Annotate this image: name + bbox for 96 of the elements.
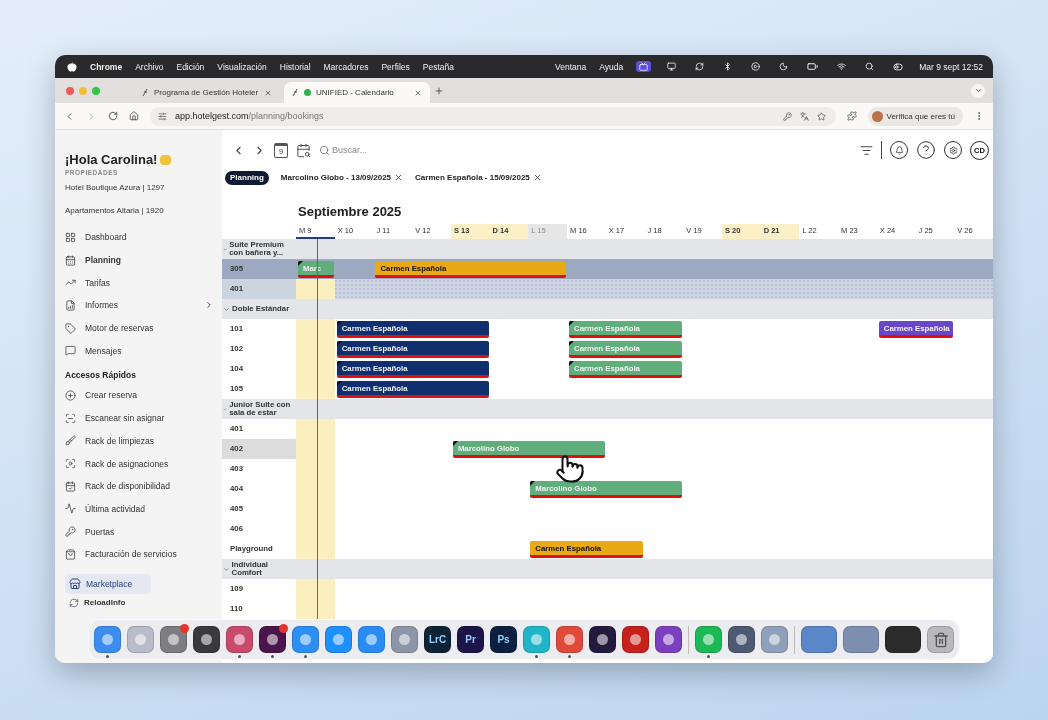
property-item[interactable]: Apartamentos Altaria | 1920 (65, 199, 214, 222)
monitor-icon[interactable] (636, 61, 652, 72)
quick-link[interactable]: Última actividad (65, 497, 214, 521)
profile-avatar (871, 110, 883, 122)
nav-item[interactable]: Dashboard (65, 226, 214, 249)
marketplace-link[interactable]: Marketplace (65, 573, 151, 594)
reload-icon[interactable] (108, 111, 118, 121)
calendar-icon (65, 254, 76, 266)
site-settings-icon[interactable] (158, 111, 167, 121)
quick-link[interactable]: Crear reserva (65, 384, 214, 407)
menu-item[interactable]: Ayuda (599, 61, 624, 72)
extensions-icon[interactable] (846, 111, 857, 121)
window-thumbnail[interactable] (801, 626, 837, 653)
favicon-icon (142, 88, 149, 97)
reload-link[interactable]: ReloadInfo (65, 597, 214, 608)
brush-icon (65, 435, 76, 447)
chat-icon (65, 345, 76, 357)
month-title: Septiembre 2025 (298, 204, 403, 221)
home-icon[interactable] (129, 111, 139, 121)
menu-item[interactable]: Archivo (135, 61, 164, 72)
page-tab[interactable]: Planning (225, 170, 269, 185)
profile-button[interactable]: Verifica que eres tú (867, 106, 963, 126)
report-icon (65, 299, 76, 311)
window-thumbnail[interactable] (885, 626, 921, 653)
new-tab-icon[interactable] (434, 85, 444, 96)
browser-tab[interactable]: Programa de Gestión Hoteler (134, 82, 280, 103)
pulse-icon (65, 503, 76, 515)
waving-hand-icon (160, 154, 172, 165)
app-icon[interactable]: Ps (490, 626, 517, 653)
greeting: ¡Hola Carolina! (65, 152, 158, 167)
help-icon[interactable] (916, 140, 936, 160)
favicon-icon (292, 88, 299, 97)
nav-item[interactable]: Mensajes (65, 339, 214, 363)
nav-item[interactable]: Motor de reservas (65, 316, 214, 340)
translate-icon[interactable] (799, 111, 809, 121)
address-bar[interactable]: app.hotelgest.com/planning/bookings (150, 106, 836, 126)
page-tab[interactable]: Marcolino Globo - 13/09/2025 (280, 170, 404, 185)
close-icon[interactable] (264, 88, 272, 97)
trash-icon[interactable] (927, 626, 954, 653)
nav-item[interactable]: Tarifas (65, 271, 214, 295)
url-host: app.hotelgest.com (175, 111, 249, 121)
app-icon[interactable]: LrC (424, 626, 451, 653)
window-thumbnail[interactable] (843, 626, 879, 653)
profile-label: Verifica que eres tú (886, 111, 955, 121)
close-icon[interactable] (414, 88, 422, 97)
focus-icon (65, 458, 76, 470)
plus-circle-icon (65, 389, 76, 401)
quick-link[interactable]: Rack de asignaciones (65, 452, 214, 475)
scan-icon (65, 412, 76, 424)
property-item[interactable]: Hotel Boutique Azura | 1297 (65, 176, 214, 199)
refresh-icon (69, 597, 79, 608)
url-path: /planning/bookings (248, 111, 324, 121)
app-icon[interactable]: Pr (457, 626, 484, 653)
menu-item[interactable]: Chrome (90, 61, 123, 72)
key-icon[interactable] (782, 111, 792, 121)
menu-item[interactable]: Visualización (217, 61, 267, 72)
app-icon[interactable] (728, 626, 755, 653)
nav-item[interactable]: Informes (65, 294, 214, 317)
browser-tab[interactable]: UNIFIED - Calendario (284, 82, 430, 103)
quick-link[interactable]: Puertas (65, 520, 214, 543)
close-icon[interactable] (394, 173, 404, 182)
store-icon (69, 577, 81, 590)
app-icon[interactable] (589, 626, 616, 653)
quick-link[interactable]: Rack de disponibilidad (65, 474, 214, 498)
quick-link[interactable]: Rack de limpiezas (65, 429, 214, 453)
grid-icon (65, 231, 76, 243)
nav-item[interactable]: Planning (65, 248, 214, 272)
apple-icon[interactable] (67, 61, 77, 72)
app-icon[interactable] (622, 626, 649, 653)
quick-link[interactable]: Facturación de servicios (65, 542, 214, 566)
menu-item[interactable]: Perfiles (381, 61, 410, 72)
menu-item[interactable]: Ventana (555, 61, 587, 72)
key-icon (65, 526, 76, 538)
close-window-icon[interactable] (66, 86, 74, 95)
menu-item[interactable]: Pestaña (422, 61, 454, 72)
tab-list-icon[interactable] (971, 83, 985, 98)
bag-icon (65, 548, 76, 560)
search-field[interactable]: Buscar... (332, 145, 402, 155)
quick-link[interactable]: Escanear sin asignar (65, 406, 214, 430)
close-icon[interactable] (532, 173, 542, 182)
menu-item[interactable]: Historial (279, 61, 311, 72)
page-tab[interactable]: Carmen Española - 15/09/2025 (415, 170, 542, 185)
clock: Mar 9 sept 12:52 (919, 61, 983, 72)
calendar-search-icon[interactable] (296, 142, 311, 158)
app-icon[interactable] (193, 626, 220, 653)
star-icon[interactable] (816, 111, 826, 121)
app-icon[interactable] (655, 626, 682, 653)
menu-item[interactable]: Edición (176, 61, 205, 72)
status-dot (304, 89, 311, 96)
filter-icon[interactable] (860, 143, 873, 157)
tag-icon (65, 322, 76, 334)
section-title: Accesos Rápidos (65, 369, 137, 383)
chevron-icon[interactable] (223, 305, 230, 313)
search-icon[interactable] (319, 144, 330, 156)
calendar-check-icon (65, 480, 76, 492)
menu-item[interactable]: Marcadores (323, 61, 369, 72)
